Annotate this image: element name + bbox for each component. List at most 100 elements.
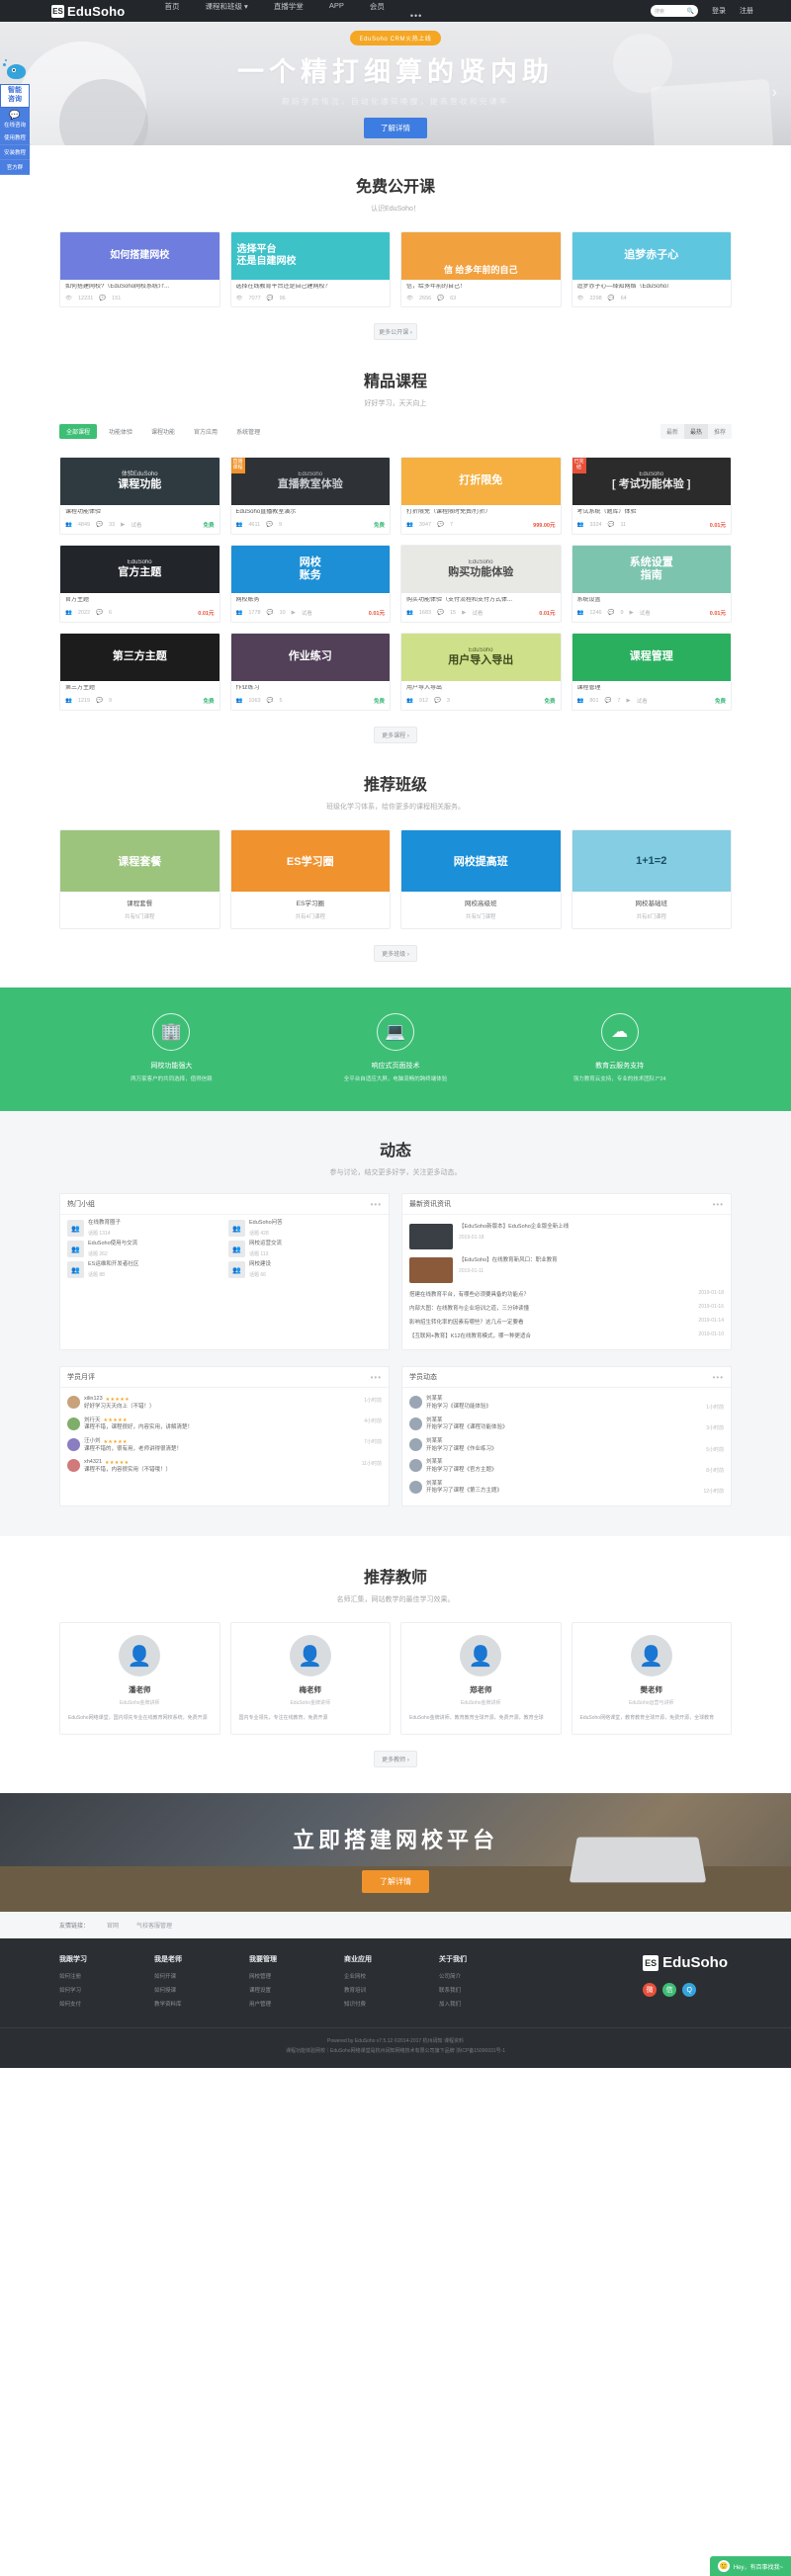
partner-link-2[interactable]: 气校客服管理 bbox=[136, 1921, 172, 1930]
class-card[interactable]: 网校提高班 网校高级班 共有5门课程 bbox=[400, 829, 562, 929]
register-link[interactable]: 注册 bbox=[740, 6, 753, 16]
premium-sort-tab[interactable]: 最热 bbox=[683, 424, 708, 439]
group-topic-count: 话题 1314 bbox=[88, 1230, 111, 1237]
online-consult-button[interactable]: 💬 在线咨询 bbox=[0, 107, 30, 130]
footer-link[interactable]: 如何开课 bbox=[154, 1972, 249, 1980]
course-card[interactable]: 作业练习 作业练习 👥 1063 💬 5 免费 bbox=[229, 633, 391, 711]
teacher-card[interactable]: 👤 郑老师 EduSoho金牌讲师 EduSoho金牌讲师，教育教育全球开源，免费开源… bbox=[400, 1622, 562, 1736]
course-card[interactable]: EduSoho 官方主题 官方主题 👥 2022 💬 6 0.01元 bbox=[59, 545, 220, 623]
premium-tab[interactable]: 系统管理 bbox=[229, 424, 267, 439]
news-line-item[interactable]: 搭建在线教育平台，有哪些必须要具备的功能点？ 2019-01-18 bbox=[409, 1287, 724, 1301]
premium-sort-tab[interactable]: 最新 bbox=[660, 424, 684, 439]
footer-link[interactable]: 用户管理 bbox=[249, 2000, 344, 2008]
footer-link[interactable]: 联系我们 bbox=[439, 1986, 534, 1994]
course-card[interactable]: 第三方主题 第三方主题 👥 1219 💬 9 免费 bbox=[59, 633, 220, 711]
course-card[interactable]: 体验EduSoho 课程功能 课程功能体验 👥 4849 💬 33 ▶ 试看 免费 bbox=[59, 457, 220, 535]
side-item-tutorial[interactable]: 使用教程 bbox=[0, 129, 30, 145]
news-featured-item[interactable]: 【EduSoho新版本】EduSoho企业版全新上线 2019-01-18 bbox=[409, 1220, 724, 1253]
premium-tab[interactable]: 课程功能 bbox=[144, 424, 182, 439]
news-line-item[interactable]: 内部大图：在线教育与企业培训之道，三分钟读懂 2019-01-16 bbox=[409, 1301, 724, 1315]
course-card[interactable]: EduSoho 用户导入导出 用户导入导出 👥 912 💬 3 免费 bbox=[400, 633, 562, 711]
course-card[interactable]: 网校 账务 网校账务 👥 1778 💬 10 ▶ 试看 0.01元 bbox=[229, 545, 391, 623]
class-name: 课程套餐 bbox=[127, 901, 153, 907]
nav-item-member[interactable]: 会员 bbox=[370, 1, 385, 21]
group-item[interactable]: 👥 ES运维和开发者社区 话题 88 bbox=[67, 1261, 220, 1279]
side-item-group[interactable]: 官方群 bbox=[0, 159, 30, 175]
footer-qq-icon[interactable]: Q bbox=[682, 1983, 697, 1998]
news-line-item[interactable]: 【互联网+教育】K12在线教育模式，哪一种更适合 2019-01-10 bbox=[409, 1329, 724, 1342]
open-course-card[interactable]: 选择平台 还是自建网校 选择在线教育平台还是自己建网校？ 👁 7077 💬 96 bbox=[229, 231, 391, 307]
teacher-card[interactable]: 👤 潘老师 EduSoho金牌讲师 EduSoho网络课堂，国内领先专业在线教育网校系… bbox=[59, 1622, 220, 1736]
students-icon: 👥 bbox=[65, 522, 72, 528]
course-card[interactable]: 已完结 EduSoho[ 考试功能体验 ] 考试系统（题库）体验 👥 3324 💬 11 0.… bbox=[571, 457, 732, 535]
group-item[interactable]: 👥 网校运营交流 话题 113 bbox=[228, 1241, 382, 1258]
premium-tab[interactable]: 全部课程 bbox=[59, 424, 98, 439]
more-courses-button[interactable]: 更多课程 › bbox=[374, 727, 417, 743]
nav-item-more-icon[interactable]: ••• bbox=[410, 11, 422, 21]
partner-link-1[interactable]: 官网 bbox=[107, 1921, 119, 1930]
search-input[interactable]: 搜索 🔍 bbox=[651, 5, 698, 17]
nav-item-app[interactable]: APP bbox=[329, 1, 344, 21]
course-art: 体验EduSoho 课程功能 bbox=[118, 472, 161, 491]
site-logo[interactable]: ES EduSoho bbox=[51, 4, 125, 19]
footer-link[interactable]: 企业网校 bbox=[344, 1972, 439, 1980]
footer-link[interactable]: 如何学习 bbox=[59, 1986, 154, 1994]
reviews-more-icon[interactable]: ••• bbox=[371, 1373, 382, 1382]
nav-item-courses[interactable]: 课程和班级 ▾ bbox=[205, 1, 247, 21]
footer-link[interactable]: 教育培训 bbox=[344, 1986, 439, 1994]
side-item-install[interactable]: 安装教程 bbox=[0, 144, 30, 160]
teacher-avatar: 👤 bbox=[460, 1635, 502, 1677]
class-card[interactable]: 课程套餐 课程套餐 共有5门课程 bbox=[59, 829, 220, 929]
footer-link[interactable]: 知识付费 bbox=[344, 2000, 439, 2008]
open-course-card[interactable]: 如何搭建网校 如何搭建网校?（EduSoho网校系统介... 👁 12231 💬 151 bbox=[59, 231, 220, 307]
course-card[interactable]: 打折限免 打折限免（课程限时免费/打折） 👥 3947 💬 7 999.00元 bbox=[400, 457, 562, 535]
footer-weibo-icon[interactable]: 微 bbox=[643, 1983, 658, 1998]
footer-link[interactable]: 课程设置 bbox=[249, 1986, 344, 1994]
footer-wechat-icon[interactable]: 信 bbox=[662, 1983, 677, 1998]
footer-link[interactable]: 网校管理 bbox=[249, 1972, 344, 1980]
footer-link[interactable]: 教学资料库 bbox=[154, 2000, 249, 2008]
class-card[interactable]: ES学习圈 ES学习圈 共有4门课程 bbox=[229, 829, 391, 929]
login-link[interactable]: 登录 bbox=[712, 6, 726, 16]
teacher-card[interactable]: 👤 梅老师 EduSoho金牌讲师 国内专业领先，专注在线教育，免费开源 bbox=[229, 1622, 391, 1736]
news-line-item[interactable]: 影响招生转化率的因素有哪些？这几点一定要看 2019-01-14 bbox=[409, 1315, 724, 1329]
premium-tab[interactable]: 功能体验 bbox=[102, 424, 139, 439]
review-stars: ★★★★★ bbox=[103, 1417, 128, 1424]
course-thumb: 网校 账务 bbox=[230, 546, 390, 593]
hero-banner[interactable]: ‹ › EduSoho CRM火热上线 一个精打细算的贤内助 跟踪学员情况，自动… bbox=[0, 22, 791, 145]
news-featured-item[interactable]: 【EduSoho】在线教育新风口：职业教育 2019-01-11 bbox=[409, 1253, 724, 1287]
course-card[interactable]: 课程管理 课程管理 👥 801 💬 7 ▶ 试看 免费 bbox=[571, 633, 732, 711]
news-more-icon[interactable]: ••• bbox=[713, 1200, 724, 1209]
premium-tab[interactable]: 官方应用 bbox=[187, 424, 224, 439]
footer-link[interactable]: 公司简介 bbox=[439, 1972, 534, 1980]
group-item[interactable]: 👥 EduSoho问答 话题 428 bbox=[228, 1220, 382, 1238]
group-item[interactable]: 👥 网校建设 话题 66 bbox=[228, 1261, 382, 1279]
hot-groups-more-icon[interactable]: ••• bbox=[371, 1200, 382, 1209]
more-teachers-button[interactable]: 更多教师 › bbox=[374, 1751, 417, 1768]
class-card[interactable]: 1+1=2 网校基础班 共有8门课程 bbox=[571, 829, 732, 929]
nav-item-home[interactable]: 首页 bbox=[164, 1, 179, 21]
more-classes-button[interactable]: 更多班级 › bbox=[374, 945, 417, 962]
course-card[interactable]: 直播课程 EduSoho 直播教室体验 EduSoho直播教室演示 👥 4611 💬 9 免费 bbox=[229, 457, 391, 535]
footer-link[interactable]: 如何注册 bbox=[59, 1972, 154, 1980]
more-open-courses-button[interactable]: 更多公开课 › bbox=[374, 323, 417, 340]
cta-button[interactable]: 了解详情 bbox=[362, 1870, 429, 1894]
activity-more-icon[interactable]: ••• bbox=[713, 1373, 724, 1382]
group-item[interactable]: 👥 在线教育圈子 话题 1314 bbox=[67, 1220, 220, 1238]
footer-link[interactable]: 加入我们 bbox=[439, 2000, 534, 2008]
floating-chat-bar[interactable]: 🙂 Hey，有百事找我~ bbox=[709, 2556, 791, 2576]
premium-sort-tab[interactable]: 推荐 bbox=[708, 424, 732, 439]
open-course-card[interactable]: 追梦赤子心 追梦赤子心—绎知网络（EduSoho） 👁 2298 💬 64 bbox=[571, 231, 732, 307]
hero-cta-button[interactable]: 了解详情 bbox=[364, 118, 427, 138]
course-card[interactable]: EduSoho 购买功能体验 购买功能体验（支付流程和支付方式体... 👥 1683 💬 1… bbox=[400, 545, 562, 623]
side-consult-widget[interactable]: 智能 咨询 💬 在线咨询 使用教程 安装教程 官方群 bbox=[0, 59, 30, 175]
course-card[interactable]: 系统设置 指南 系统设置 👥 1246 💬 9 ▶ 试看 0.01元 bbox=[571, 545, 732, 623]
teacher-card[interactable]: 👤 樊老师 EduSoho运营与讲师 EduSoho网络课堂，教育教育全球开源，免费开… bbox=[571, 1622, 732, 1736]
footer-link[interactable]: 如何支付 bbox=[59, 2000, 154, 2008]
hero-badge[interactable]: EduSoho CRM火热上线 bbox=[350, 31, 441, 45]
comments-icon: 💬 bbox=[266, 610, 274, 616]
nav-item-live[interactable]: 直播学堂 bbox=[274, 1, 304, 21]
open-course-card[interactable]: 信 给多年前的自己 信，给多年前的自己！ 👁 2656 💬 63 bbox=[400, 231, 562, 307]
footer-link[interactable]: 如何授课 bbox=[154, 1986, 249, 1994]
group-item[interactable]: 👥 EduSoho使用与交流 话题 262 bbox=[67, 1241, 220, 1258]
